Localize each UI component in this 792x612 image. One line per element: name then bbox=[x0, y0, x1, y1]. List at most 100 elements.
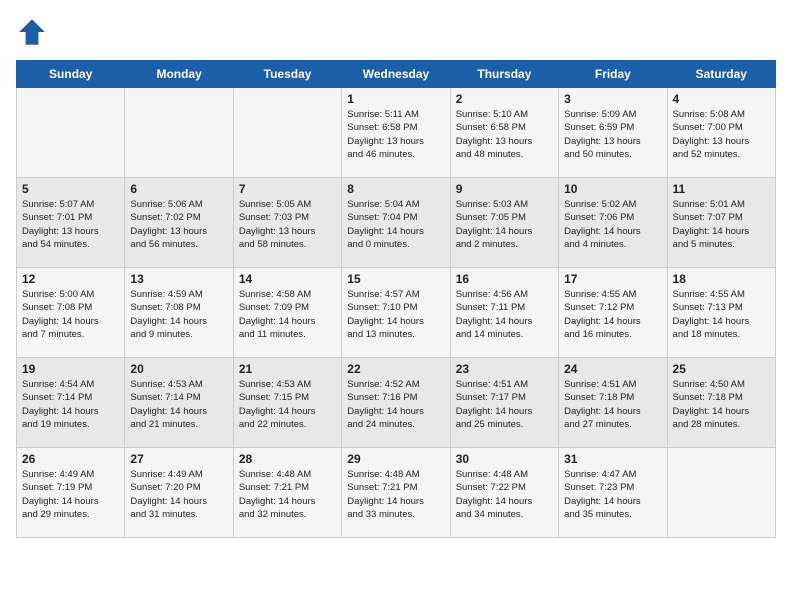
day-content: Sunrise: 5:11 AM Sunset: 6:58 PM Dayligh… bbox=[347, 108, 444, 161]
day-content: Sunrise: 4:51 AM Sunset: 7:18 PM Dayligh… bbox=[564, 378, 661, 431]
day-number: 9 bbox=[456, 182, 553, 196]
day-number: 12 bbox=[22, 272, 119, 286]
day-number: 7 bbox=[239, 182, 336, 196]
day-number: 23 bbox=[456, 362, 553, 376]
day-number: 1 bbox=[347, 92, 444, 106]
day-content: Sunrise: 4:48 AM Sunset: 7:22 PM Dayligh… bbox=[456, 468, 553, 521]
calendar-cell: 8 Sunrise: 5:04 AM Sunset: 7:04 PM Daylig… bbox=[342, 178, 450, 268]
day-content: Sunrise: 4:50 AM Sunset: 7:18 PM Dayligh… bbox=[673, 378, 770, 431]
calendar-cell: 29Sunrise: 4:48 AM Sunset: 7:21 PM Dayli… bbox=[342, 448, 450, 538]
day-content: Sunrise: 4:59 AM Sunset: 7:08 PM Dayligh… bbox=[130, 288, 227, 341]
calendar-cell: 10Sunrise: 5:02 AM Sunset: 7:06 PM Dayli… bbox=[559, 178, 667, 268]
calendar-week-row: 1 Sunrise: 5:11 AM Sunset: 6:58 PM Daylig… bbox=[17, 88, 776, 178]
calendar-table: SundayMondayTuesdayWednesdayThursdayFrid… bbox=[16, 60, 776, 538]
calendar-cell: 21Sunrise: 4:53 AM Sunset: 7:15 PM Dayli… bbox=[233, 358, 341, 448]
calendar-header: SundayMondayTuesdayWednesdayThursdayFrid… bbox=[17, 61, 776, 88]
calendar-cell: 27Sunrise: 4:49 AM Sunset: 7:20 PM Dayli… bbox=[125, 448, 233, 538]
logo bbox=[16, 16, 52, 48]
day-content: Sunrise: 4:48 AM Sunset: 7:21 PM Dayligh… bbox=[347, 468, 444, 521]
calendar-cell: 1 Sunrise: 5:11 AM Sunset: 6:58 PM Daylig… bbox=[342, 88, 450, 178]
day-content: Sunrise: 4:49 AM Sunset: 7:19 PM Dayligh… bbox=[22, 468, 119, 521]
calendar-week-row: 12 Sunrise: 5:00 AM Sunset: 7:08 PM Dayli… bbox=[17, 268, 776, 358]
day-content: Sunrise: 5:03 AM Sunset: 7:05 PM Dayligh… bbox=[456, 198, 553, 251]
calendar-week-row: 19 Sunrise: 4:54 AM Sunset: 7:14 PM Dayli… bbox=[17, 358, 776, 448]
day-content: Sunrise: 5:06 AM Sunset: 7:02 PM Dayligh… bbox=[130, 198, 227, 251]
day-number: 27 bbox=[130, 452, 227, 466]
day-number: 22 bbox=[347, 362, 444, 376]
day-number: 30 bbox=[456, 452, 553, 466]
day-number: 4 bbox=[673, 92, 770, 106]
day-content: Sunrise: 5:04 AM Sunset: 7:04 PM Dayligh… bbox=[347, 198, 444, 251]
day-number: 15 bbox=[347, 272, 444, 286]
calendar-cell: 23 Sunrise: 4:51 AM Sunset: 7:17 PM Dayli… bbox=[450, 358, 558, 448]
day-number: 20 bbox=[130, 362, 227, 376]
day-number: 3 bbox=[564, 92, 661, 106]
day-content: Sunrise: 4:54 AM Sunset: 7:14 PM Dayligh… bbox=[22, 378, 119, 431]
calendar-cell: 5 Sunrise: 5:07 AM Sunset: 7:01 PM Daylig… bbox=[17, 178, 125, 268]
calendar-week-row: 5 Sunrise: 5:07 AM Sunset: 7:01 PM Daylig… bbox=[17, 178, 776, 268]
calendar-cell: 17Sunrise: 4:55 AM Sunset: 7:12 PM Dayli… bbox=[559, 268, 667, 358]
day-number: 5 bbox=[22, 182, 119, 196]
weekday-header: Monday bbox=[125, 61, 233, 88]
day-number: 13 bbox=[130, 272, 227, 286]
day-content: Sunrise: 5:10 AM Sunset: 6:58 PM Dayligh… bbox=[456, 108, 553, 161]
calendar-cell: 16Sunrise: 4:56 AM Sunset: 7:11 PM Dayli… bbox=[450, 268, 558, 358]
weekday-header: Friday bbox=[559, 61, 667, 88]
calendar-cell: 11 Sunrise: 5:01 AM Sunset: 7:07 PM Dayli… bbox=[667, 178, 775, 268]
day-content: Sunrise: 4:57 AM Sunset: 7:10 PM Dayligh… bbox=[347, 288, 444, 341]
calendar-cell: 30 Sunrise: 4:48 AM Sunset: 7:22 PM Dayli… bbox=[450, 448, 558, 538]
calendar-cell: 4 Sunrise: 5:08 AM Sunset: 7:00 PM Daylig… bbox=[667, 88, 775, 178]
day-content: Sunrise: 5:09 AM Sunset: 6:59 PM Dayligh… bbox=[564, 108, 661, 161]
day-number: 18 bbox=[673, 272, 770, 286]
weekday-header: Tuesday bbox=[233, 61, 341, 88]
day-content: Sunrise: 5:07 AM Sunset: 7:01 PM Dayligh… bbox=[22, 198, 119, 251]
calendar-cell bbox=[233, 88, 341, 178]
day-content: Sunrise: 5:08 AM Sunset: 7:00 PM Dayligh… bbox=[673, 108, 770, 161]
calendar-cell: 20 Sunrise: 4:53 AM Sunset: 7:14 PM Dayli… bbox=[125, 358, 233, 448]
day-number: 19 bbox=[22, 362, 119, 376]
calendar-cell: 24 Sunrise: 4:51 AM Sunset: 7:18 PM Dayli… bbox=[559, 358, 667, 448]
weekday-header: Wednesday bbox=[342, 61, 450, 88]
calendar-cell: 12 Sunrise: 5:00 AM Sunset: 7:08 PM Dayli… bbox=[17, 268, 125, 358]
day-number: 8 bbox=[347, 182, 444, 196]
day-number: 11 bbox=[673, 182, 770, 196]
day-content: Sunrise: 4:48 AM Sunset: 7:21 PM Dayligh… bbox=[239, 468, 336, 521]
calendar-cell bbox=[125, 88, 233, 178]
weekday-header: Sunday bbox=[17, 61, 125, 88]
calendar-cell: 25Sunrise: 4:50 AM Sunset: 7:18 PM Dayli… bbox=[667, 358, 775, 448]
calendar-cell: 31 Sunrise: 4:47 AM Sunset: 7:23 PM Dayli… bbox=[559, 448, 667, 538]
day-content: Sunrise: 5:00 AM Sunset: 7:08 PM Dayligh… bbox=[22, 288, 119, 341]
calendar-cell: 14Sunrise: 4:58 AM Sunset: 7:09 PM Dayli… bbox=[233, 268, 341, 358]
calendar-cell: 13 Sunrise: 4:59 AM Sunset: 7:08 PM Dayli… bbox=[125, 268, 233, 358]
day-content: Sunrise: 4:55 AM Sunset: 7:13 PM Dayligh… bbox=[673, 288, 770, 341]
day-content: Sunrise: 5:05 AM Sunset: 7:03 PM Dayligh… bbox=[239, 198, 336, 251]
calendar-cell: 9 Sunrise: 5:03 AM Sunset: 7:05 PM Daylig… bbox=[450, 178, 558, 268]
day-content: Sunrise: 4:53 AM Sunset: 7:14 PM Dayligh… bbox=[130, 378, 227, 431]
day-number: 2 bbox=[456, 92, 553, 106]
day-number: 26 bbox=[22, 452, 119, 466]
day-content: Sunrise: 4:58 AM Sunset: 7:09 PM Dayligh… bbox=[239, 288, 336, 341]
calendar-cell: 2 Sunrise: 5:10 AM Sunset: 6:58 PM Daylig… bbox=[450, 88, 558, 178]
weekday-header: Saturday bbox=[667, 61, 775, 88]
page-header bbox=[16, 16, 776, 48]
day-number: 31 bbox=[564, 452, 661, 466]
weekday-header: Thursday bbox=[450, 61, 558, 88]
calendar-cell: 19 Sunrise: 4:54 AM Sunset: 7:14 PM Dayli… bbox=[17, 358, 125, 448]
calendar-cell: 28 Sunrise: 4:48 AM Sunset: 7:21 PM Dayli… bbox=[233, 448, 341, 538]
day-content: Sunrise: 4:51 AM Sunset: 7:17 PM Dayligh… bbox=[456, 378, 553, 431]
day-content: Sunrise: 5:01 AM Sunset: 7:07 PM Dayligh… bbox=[673, 198, 770, 251]
calendar-cell: 6Sunrise: 5:06 AM Sunset: 7:02 PM Daylig… bbox=[125, 178, 233, 268]
calendar-week-row: 26 Sunrise: 4:49 AM Sunset: 7:19 PM Dayli… bbox=[17, 448, 776, 538]
day-number: 21 bbox=[239, 362, 336, 376]
calendar-body: 1 Sunrise: 5:11 AM Sunset: 6:58 PM Daylig… bbox=[17, 88, 776, 538]
day-content: Sunrise: 4:56 AM Sunset: 7:11 PM Dayligh… bbox=[456, 288, 553, 341]
calendar-cell: 15 Sunrise: 4:57 AM Sunset: 7:10 PM Dayli… bbox=[342, 268, 450, 358]
day-number: 24 bbox=[564, 362, 661, 376]
logo-icon bbox=[16, 16, 48, 48]
calendar-cell: 26 Sunrise: 4:49 AM Sunset: 7:19 PM Dayli… bbox=[17, 448, 125, 538]
day-number: 28 bbox=[239, 452, 336, 466]
day-number: 10 bbox=[564, 182, 661, 196]
calendar-cell: 7 Sunrise: 5:05 AM Sunset: 7:03 PM Daylig… bbox=[233, 178, 341, 268]
day-content: Sunrise: 4:55 AM Sunset: 7:12 PM Dayligh… bbox=[564, 288, 661, 341]
day-content: Sunrise: 4:47 AM Sunset: 7:23 PM Dayligh… bbox=[564, 468, 661, 521]
